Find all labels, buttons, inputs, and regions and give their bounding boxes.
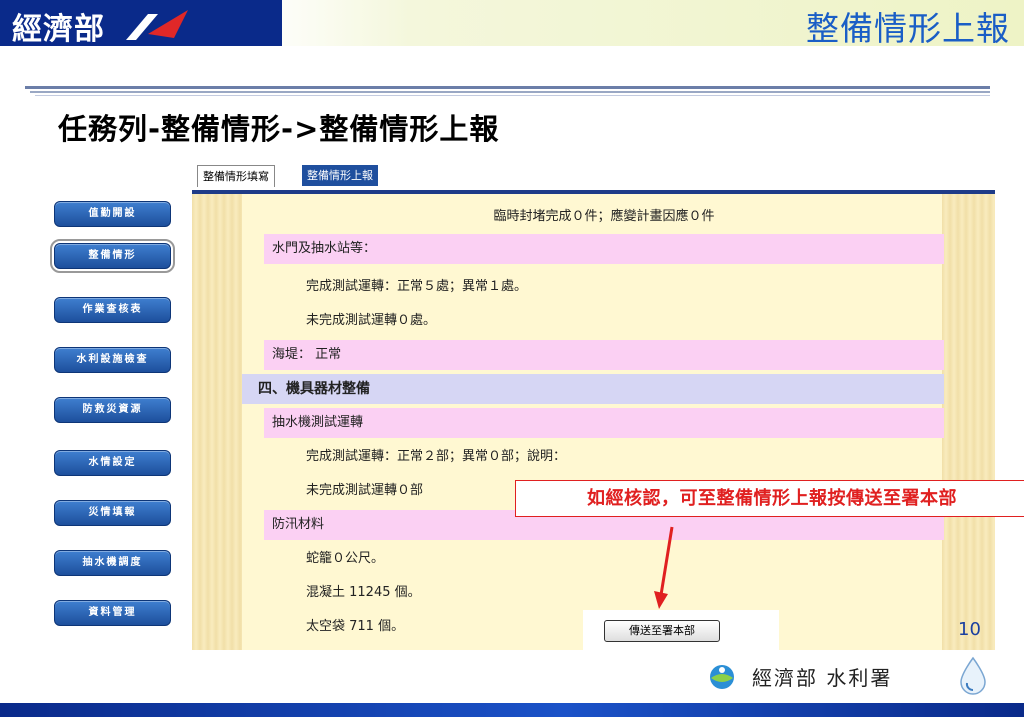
footer-org-name: 經濟部 水利署 bbox=[752, 666, 893, 690]
water-drop-icon bbox=[960, 656, 986, 695]
divider-line bbox=[25, 86, 990, 89]
divider-line bbox=[35, 95, 990, 96]
sidebar-item-water-setting[interactable]: 水情設定 bbox=[54, 450, 171, 476]
report-content: 臨時封堵完成０件；應變計畫因應０件 水門及抽水站等： 完成測試運轉：正常５處；異… bbox=[192, 194, 995, 650]
app-screenshot: 值勤開設 整備情形 作業查核表 水利設施檢查 防救災資源 水情設定 災情填報 抽… bbox=[42, 160, 995, 650]
tab-readiness-report[interactable]: 整備情形上報 bbox=[302, 165, 378, 186]
tab-bar: 整備情形填寫 整備情形上報 bbox=[192, 160, 995, 194]
logo-text: 經濟部 bbox=[12, 12, 105, 47]
send-panel: 傳送至署本部 bbox=[583, 610, 779, 666]
left-stripe bbox=[192, 194, 242, 650]
section-row: 海堤： 正常 bbox=[264, 340, 944, 370]
section-header: 四、機具器材整備 bbox=[242, 374, 944, 404]
section-row: 抽水機測試運轉 bbox=[264, 408, 944, 438]
right-stripe bbox=[942, 194, 995, 650]
sidebar-item-facility-inspection[interactable]: 水利設施檢查 bbox=[54, 347, 171, 373]
callout-note: 如經核認，可至整備情形上報按傳送至署本部 bbox=[515, 480, 1024, 517]
report-line: 未完成測試運轉０處。 bbox=[306, 313, 437, 328]
section-row: 水門及抽水站等： bbox=[264, 234, 944, 264]
bottom-bar bbox=[0, 703, 1024, 717]
slide-title: 整備情形上報 bbox=[806, 9, 1010, 48]
sidebar-item-data-management[interactable]: 資料管理 bbox=[54, 600, 171, 626]
tab-readiness-fill[interactable]: 整備情形填寫 bbox=[197, 165, 275, 187]
page-number: 10 bbox=[958, 619, 981, 640]
sidebar-item-readiness[interactable]: 整備情形 bbox=[50, 239, 175, 273]
report-line: 混凝土 11245 個。 bbox=[306, 585, 421, 600]
sidebar-item-pump-dispatch[interactable]: 抽水機調度 bbox=[54, 550, 171, 576]
sidebar: 值勤開設 整備情形 作業查核表 水利設施檢查 防救災資源 水情設定 災情填報 抽… bbox=[42, 160, 185, 650]
logo-swoosh-icon bbox=[126, 10, 188, 40]
report-line: 完成測試運轉：正常２部；異常０部；說明： bbox=[306, 449, 567, 464]
arrow-down-icon bbox=[654, 526, 674, 609]
sidebar-item-disaster-resources[interactable]: 防救災資源 bbox=[54, 397, 171, 423]
sidebar-item-duty-setup[interactable]: 值勤開設 bbox=[54, 201, 171, 227]
sidebar-item-disaster-report[interactable]: 災情填報 bbox=[54, 500, 171, 526]
page-heading: 任務列-整備情形->整備情形上報 bbox=[58, 112, 500, 146]
divider-line bbox=[30, 91, 990, 93]
water-agency-logo-icon bbox=[710, 665, 734, 689]
send-to-hq-button[interactable]: 傳送至署本部 bbox=[604, 620, 720, 642]
report-line: 臨時封堵完成０件；應變計畫因應０件 bbox=[493, 209, 715, 224]
report-line: 完成測試運轉：正常５處；異常１處。 bbox=[306, 279, 528, 294]
sidebar-item-checklist[interactable]: 作業查核表 bbox=[54, 297, 171, 323]
report-line: 蛇籠０公尺。 bbox=[306, 551, 385, 566]
